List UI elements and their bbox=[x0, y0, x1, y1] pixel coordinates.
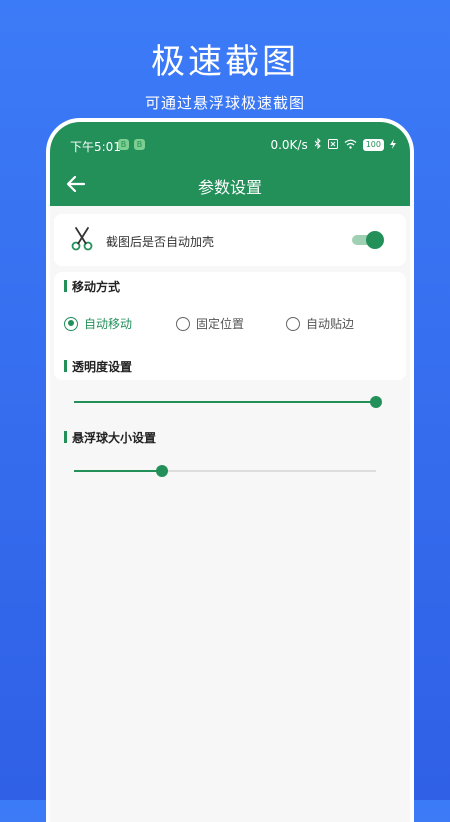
radio-unselected-icon bbox=[176, 316, 190, 331]
ball-size-slider[interactable] bbox=[74, 464, 376, 478]
opacity-title: 透明度设置 bbox=[64, 358, 132, 375]
move-mode-title: 移动方式 bbox=[64, 278, 120, 295]
scissors-icon bbox=[70, 226, 94, 252]
phone-frame: 下午5:01 B B 0.0K/s 100 参数设置 截图后是否自动加壳 移动方… bbox=[50, 122, 410, 822]
auto-shell-label: 截图后是否自动加壳 bbox=[106, 235, 215, 249]
radio-auto-move[interactable]: 自动移动 bbox=[64, 315, 132, 332]
radio-label: 自动贴边 bbox=[306, 317, 355, 331]
promo-subtitle: 可通过悬浮球极速截图 bbox=[144, 94, 305, 112]
radio-label: 固定位置 bbox=[196, 317, 245, 331]
opacity-slider[interactable] bbox=[74, 395, 382, 409]
toggle-knob bbox=[366, 231, 384, 249]
auto-shell-toggle[interactable] bbox=[352, 231, 384, 249]
slider-thumb[interactable] bbox=[155, 465, 168, 477]
slider-fill bbox=[74, 470, 162, 472]
radio-unselected-icon bbox=[286, 316, 300, 331]
move-mode-options: 自动移动 固定位置 自动贴边 bbox=[64, 315, 410, 337]
radio-fixed-position[interactable]: 固定位置 bbox=[176, 315, 244, 332]
radio-auto-edge[interactable]: 自动贴边 bbox=[286, 315, 354, 332]
slider-fill bbox=[74, 401, 376, 403]
ball-size-title: 悬浮球大小设置 bbox=[64, 429, 156, 446]
promo-title: 极速截图 bbox=[151, 42, 299, 82]
radio-label: 自动移动 bbox=[84, 317, 133, 331]
radio-selected-icon bbox=[64, 316, 78, 331]
slider-thumb[interactable] bbox=[370, 396, 382, 408]
